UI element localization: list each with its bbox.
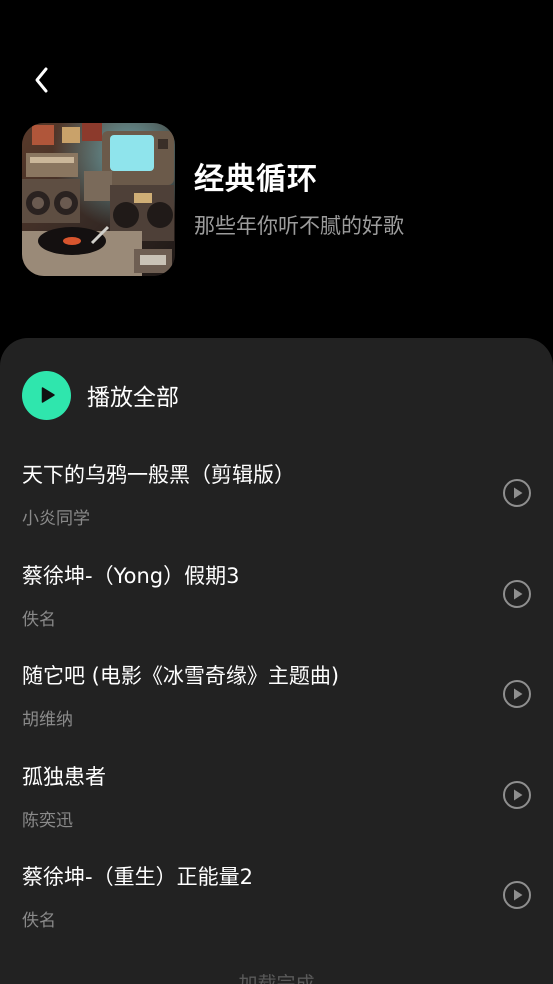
song-title: 天下的乌鸦一般黑（剪辑版） [22, 463, 295, 487]
song-artist: 胡维纳 [22, 710, 73, 730]
back-button[interactable] [24, 62, 60, 98]
load-status-text: 加载完成 [238, 973, 315, 984]
song-row[interactable]: 蔡徐坤-（重生）正能量2 佚名 [0, 850, 553, 951]
play-all-label: 播放全部 [87, 385, 179, 411]
play-circle-icon [503, 680, 531, 708]
song-artist: 小炎同学 [22, 509, 90, 529]
playlist-page: 经典循环 那些年你听不腻的好歌 播放全部 天下的乌鸦一般黑（剪辑版） 小炎同学 [0, 0, 553, 984]
song-row[interactable]: 天下的乌鸦一般黑（剪辑版） 小炎同学 [0, 448, 553, 549]
play-circle-icon [503, 780, 531, 809]
song-play-button[interactable] [502, 579, 532, 609]
song-title: 随它吧 (电影《冰雪奇缘》主题曲) [22, 664, 340, 688]
song-title: 孤独患者 [22, 764, 106, 789]
playlist-subtitle: 那些年你听不腻的好歌 [194, 214, 404, 238]
play-circle-icon [503, 579, 531, 608]
play-all-button[interactable]: 播放全部 [22, 370, 179, 420]
song-title: 蔡徐坤-（Yong）假期3 [22, 563, 240, 588]
song-play-button[interactable] [502, 880, 532, 910]
song-row[interactable]: 孤独患者 陈奕迅 [0, 750, 553, 851]
song-artist: 陈奕迅 [22, 810, 73, 831]
playlist-title: 经典循环 [194, 162, 318, 197]
playlist-cover-image [22, 123, 175, 276]
song-artist: 佚名 [22, 609, 56, 630]
song-artist: 佚名 [22, 911, 56, 931]
play-all-icon-circle [22, 370, 71, 420]
song-list-panel: 播放全部 天下的乌鸦一般黑（剪辑版） 小炎同学 蔡徐坤-（Yong）假期3 佚名 [0, 338, 553, 984]
play-circle-icon [503, 479, 531, 507]
play-circle-icon [503, 881, 531, 909]
play-icon [41, 387, 55, 403]
song-row[interactable]: 随它吧 (电影《冰雪奇缘》主题曲) 胡维纳 [0, 649, 553, 750]
song-row[interactable]: 蔡徐坤-（Yong）假期3 佚名 [0, 549, 553, 650]
song-play-button[interactable] [502, 478, 532, 508]
chevron-left-icon [35, 67, 48, 93]
song-list: 天下的乌鸦一般黑（剪辑版） 小炎同学 蔡徐坤-（Yong）假期3 佚名 随它吧 … [0, 448, 553, 951]
song-play-button[interactable] [502, 780, 532, 810]
song-title: 蔡徐坤-（重生）正能量2 [22, 865, 253, 889]
song-play-button[interactable] [502, 679, 532, 709]
